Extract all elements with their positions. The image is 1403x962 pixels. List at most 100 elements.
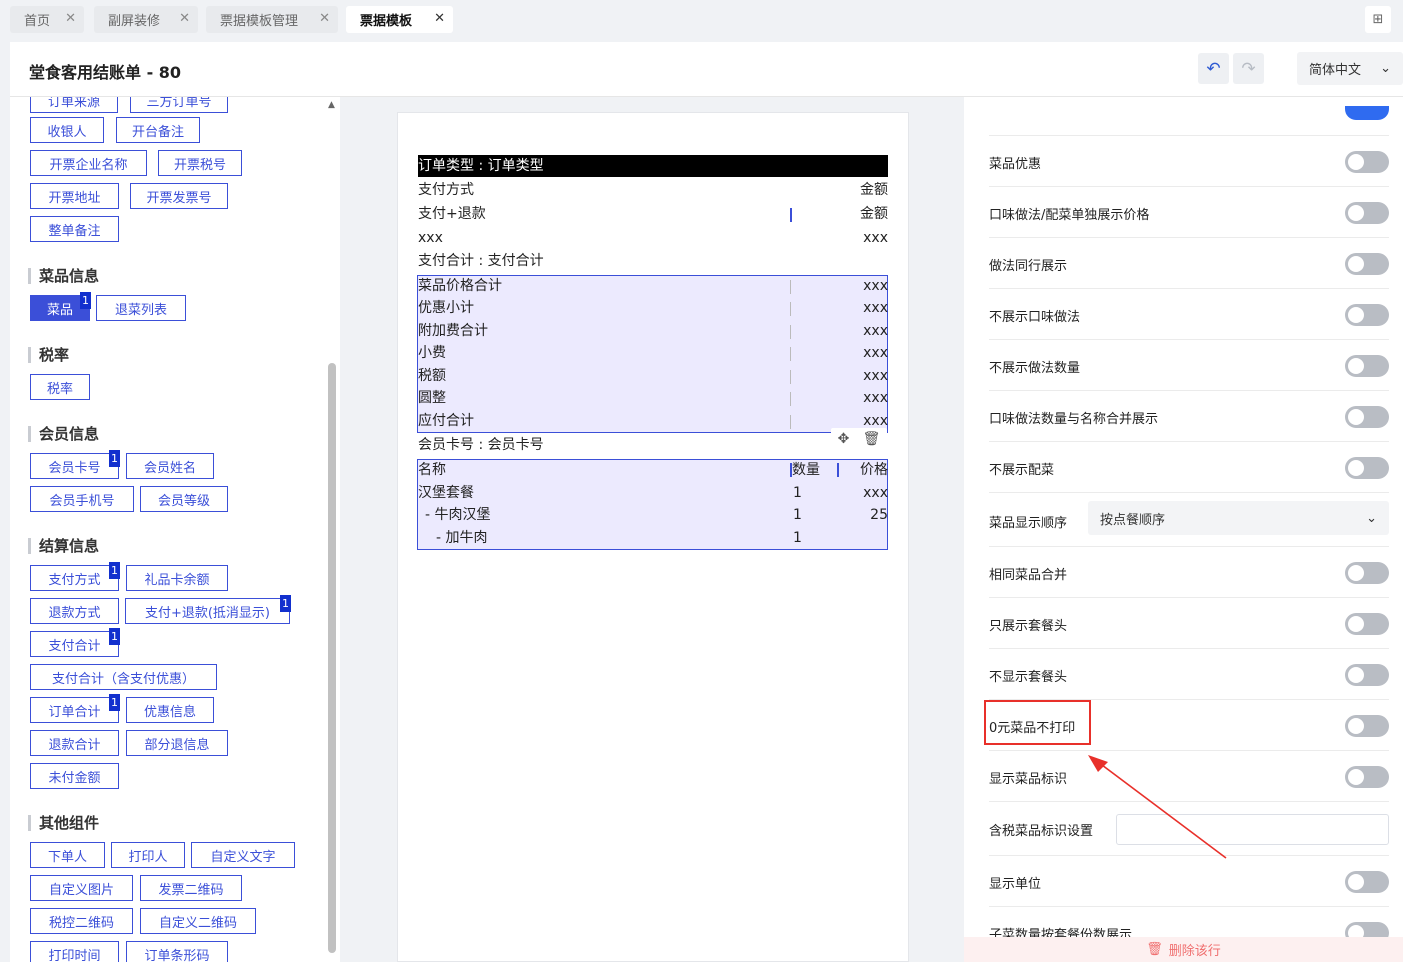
field-invoice-tax-no[interactable]: 开票税号 — [158, 150, 242, 176]
receipt-pay-method-row[interactable]: 支付方式 金额 — [418, 179, 888, 201]
summary-row: 优惠小计 xxx — [418, 300, 888, 316]
divider — [790, 370, 791, 384]
summary-row: 小费 xxx — [418, 345, 888, 361]
field-order-note[interactable]: 整单备注 — [30, 216, 119, 242]
toggle-switch[interactable] — [1345, 202, 1389, 224]
scrollbar-thumb[interactable] — [328, 363, 336, 953]
settings-row-partial — [989, 97, 1389, 136]
count-badge: 1 — [280, 595, 291, 612]
field-unpaid-amount[interactable]: 未付金额 — [30, 763, 119, 789]
toggle-switch[interactable] — [1345, 766, 1389, 788]
dish-order-select[interactable]: 按点餐顺序 ⌄ — [1088, 501, 1389, 535]
field-invoice-number[interactable]: 开票发票号 — [130, 183, 228, 209]
chevron-down-icon: ⌄ — [1380, 61, 1391, 76]
toggle-switch[interactable] — [1345, 457, 1389, 479]
field-pay-refund-offset[interactable]: 支付+退款(抵消显示) 1 — [125, 595, 291, 624]
divider — [790, 280, 791, 294]
sitemap-icon[interactable]: ⊞ — [1365, 6, 1391, 33]
toggle-switch[interactable] — [1345, 151, 1389, 173]
component-panel: 订单来源 三方订单号 收银人 开台备注 开票企业名称 开票税号 开票地址 开票发… — [10, 97, 340, 962]
field-member-phone[interactable]: 会员手机号 — [30, 486, 134, 512]
toggle-switch[interactable] — [1345, 871, 1389, 893]
field-cashier[interactable]: 收银人 — [30, 117, 104, 143]
toggle-switch-on[interactable] — [1345, 106, 1389, 120]
tab-receipt-template[interactable]: 票据模板 ✕ — [346, 6, 453, 33]
tab-home[interactable]: 首页 ✕ — [10, 6, 84, 33]
field-custom-image[interactable]: 自定义图片 — [30, 875, 133, 901]
section-dish-info: 菜品信息 — [28, 268, 99, 284]
field-pay-total-incl-discount[interactable]: 支付合计（含支付优惠） — [30, 664, 217, 690]
toggle-switch[interactable] — [1345, 562, 1389, 584]
settings-row: 口味做法数量与名称合并展示 — [989, 391, 1389, 442]
settings-row: 菜品优惠 — [989, 136, 1389, 187]
field-invoice-address[interactable]: 开票地址 — [30, 183, 119, 209]
column-divider[interactable] — [790, 208, 792, 222]
toggle-switch[interactable] — [1345, 715, 1389, 737]
receipt-xxx-row[interactable]: xxx xxx — [418, 227, 888, 249]
toggle-switch[interactable] — [1345, 664, 1389, 686]
redo-button[interactable]: ↷ — [1233, 53, 1264, 84]
field-order-barcode[interactable]: 订单条形码 — [126, 941, 228, 962]
toggle-switch[interactable] — [1345, 613, 1389, 635]
column-divider[interactable] — [837, 463, 839, 477]
close-icon[interactable]: ✕ — [65, 11, 76, 26]
field-order-total[interactable]: 订单合计 1 — [30, 694, 120, 723]
toggle-switch[interactable] — [1345, 253, 1389, 275]
close-icon[interactable]: ✕ — [319, 11, 330, 26]
receipt-order-type[interactable]: 订单类型 : 订单类型 — [418, 155, 888, 177]
delete-row-button[interactable]: 🗑 删除该行 — [964, 937, 1403, 962]
tab-secondary-screen[interactable]: 副屏装修 ✕ — [94, 6, 198, 33]
field-partial-refund-info[interactable]: 部分退信息 — [126, 730, 228, 756]
field-custom-qrcode[interactable]: 自定义二维码 — [140, 908, 256, 934]
receipt-pay-total[interactable]: 支付合计 : 支付合计 — [418, 250, 888, 272]
divider — [790, 347, 791, 361]
receipt-pay-refund-row[interactable]: 支付+退款 金额 — [418, 203, 888, 225]
scroll-up-icon[interactable]: ▲ — [328, 100, 335, 110]
column-divider[interactable] — [790, 463, 792, 477]
section-tax: 税率 — [28, 347, 69, 363]
toggle-switch[interactable] — [1345, 355, 1389, 377]
field-pay-method[interactable]: 支付方式 1 — [30, 562, 120, 591]
page-header: 堂食客用结账单 - 80 ↶ ↷ 简体中文 ⌄ — [10, 42, 1403, 97]
field-gift-card-balance[interactable]: 礼品卡余额 — [126, 565, 228, 591]
scrollbar[interactable]: ▲ — [326, 97, 338, 962]
settings-row: 做法同行展示 — [989, 238, 1389, 289]
toggle-switch[interactable] — [1345, 304, 1389, 326]
field-print-time[interactable]: 打印时间 — [30, 941, 119, 962]
tab-bar: 首页 ✕ 副屏装修 ✕ 票据模板管理 ✕ 票据模板 ✕ ⊞ — [0, 0, 1403, 40]
field-tax-qrcode[interactable]: 税控二维码 — [30, 908, 133, 934]
field-return-list[interactable]: 退菜列表 — [96, 295, 186, 321]
field-tax-rate[interactable]: 税率 — [30, 374, 90, 400]
field-dish[interactable]: 菜品 1 — [30, 292, 91, 321]
receipt-member-card[interactable]: 会员卡号 : 会员卡号 — [418, 434, 888, 456]
redo-icon: ↷ — [1241, 58, 1256, 79]
field-pay-total[interactable]: 支付合计 1 — [30, 628, 120, 657]
annotation-highlight-box — [984, 700, 1091, 745]
field-custom-text[interactable]: 自定义文字 — [191, 842, 295, 868]
settings-row: 不展示配菜 — [989, 442, 1389, 493]
field-discount-info[interactable]: 优惠信息 — [126, 697, 214, 723]
chevron-down-icon: ⌄ — [1366, 510, 1377, 526]
close-icon[interactable]: ✕ — [179, 11, 190, 26]
field-third-party-order[interactable]: 三方订单号 — [130, 97, 228, 113]
annotation-arrow — [1088, 755, 1227, 859]
field-printer-person[interactable]: 打印人 — [111, 842, 185, 868]
close-icon[interactable]: ✕ — [434, 11, 445, 26]
count-badge: 1 — [109, 628, 120, 645]
summary-row: 税额 xxx — [418, 368, 888, 384]
field-member-card[interactable]: 会员卡号 1 — [30, 450, 120, 479]
tab-template-management[interactable]: 票据模板管理 ✕ — [206, 6, 338, 33]
divider — [790, 415, 791, 429]
undo-button[interactable]: ↶ — [1198, 53, 1229, 84]
field-refund-method[interactable]: 退款方式 — [30, 598, 119, 624]
field-order-source[interactable]: 订单来源 — [30, 97, 118, 113]
language-select[interactable]: 简体中文 ⌄ — [1297, 52, 1403, 85]
field-member-name[interactable]: 会员姓名 — [126, 453, 214, 479]
field-invoice-qrcode[interactable]: 发票二维码 — [140, 875, 242, 901]
field-order-placer[interactable]: 下单人 — [30, 842, 105, 868]
field-refund-total[interactable]: 退款合计 — [30, 730, 119, 756]
field-table-note[interactable]: 开台备注 — [116, 117, 200, 143]
field-member-level[interactable]: 会员等级 — [140, 486, 228, 512]
toggle-switch[interactable] — [1345, 406, 1389, 428]
field-invoice-company[interactable]: 开票企业名称 — [30, 150, 147, 176]
